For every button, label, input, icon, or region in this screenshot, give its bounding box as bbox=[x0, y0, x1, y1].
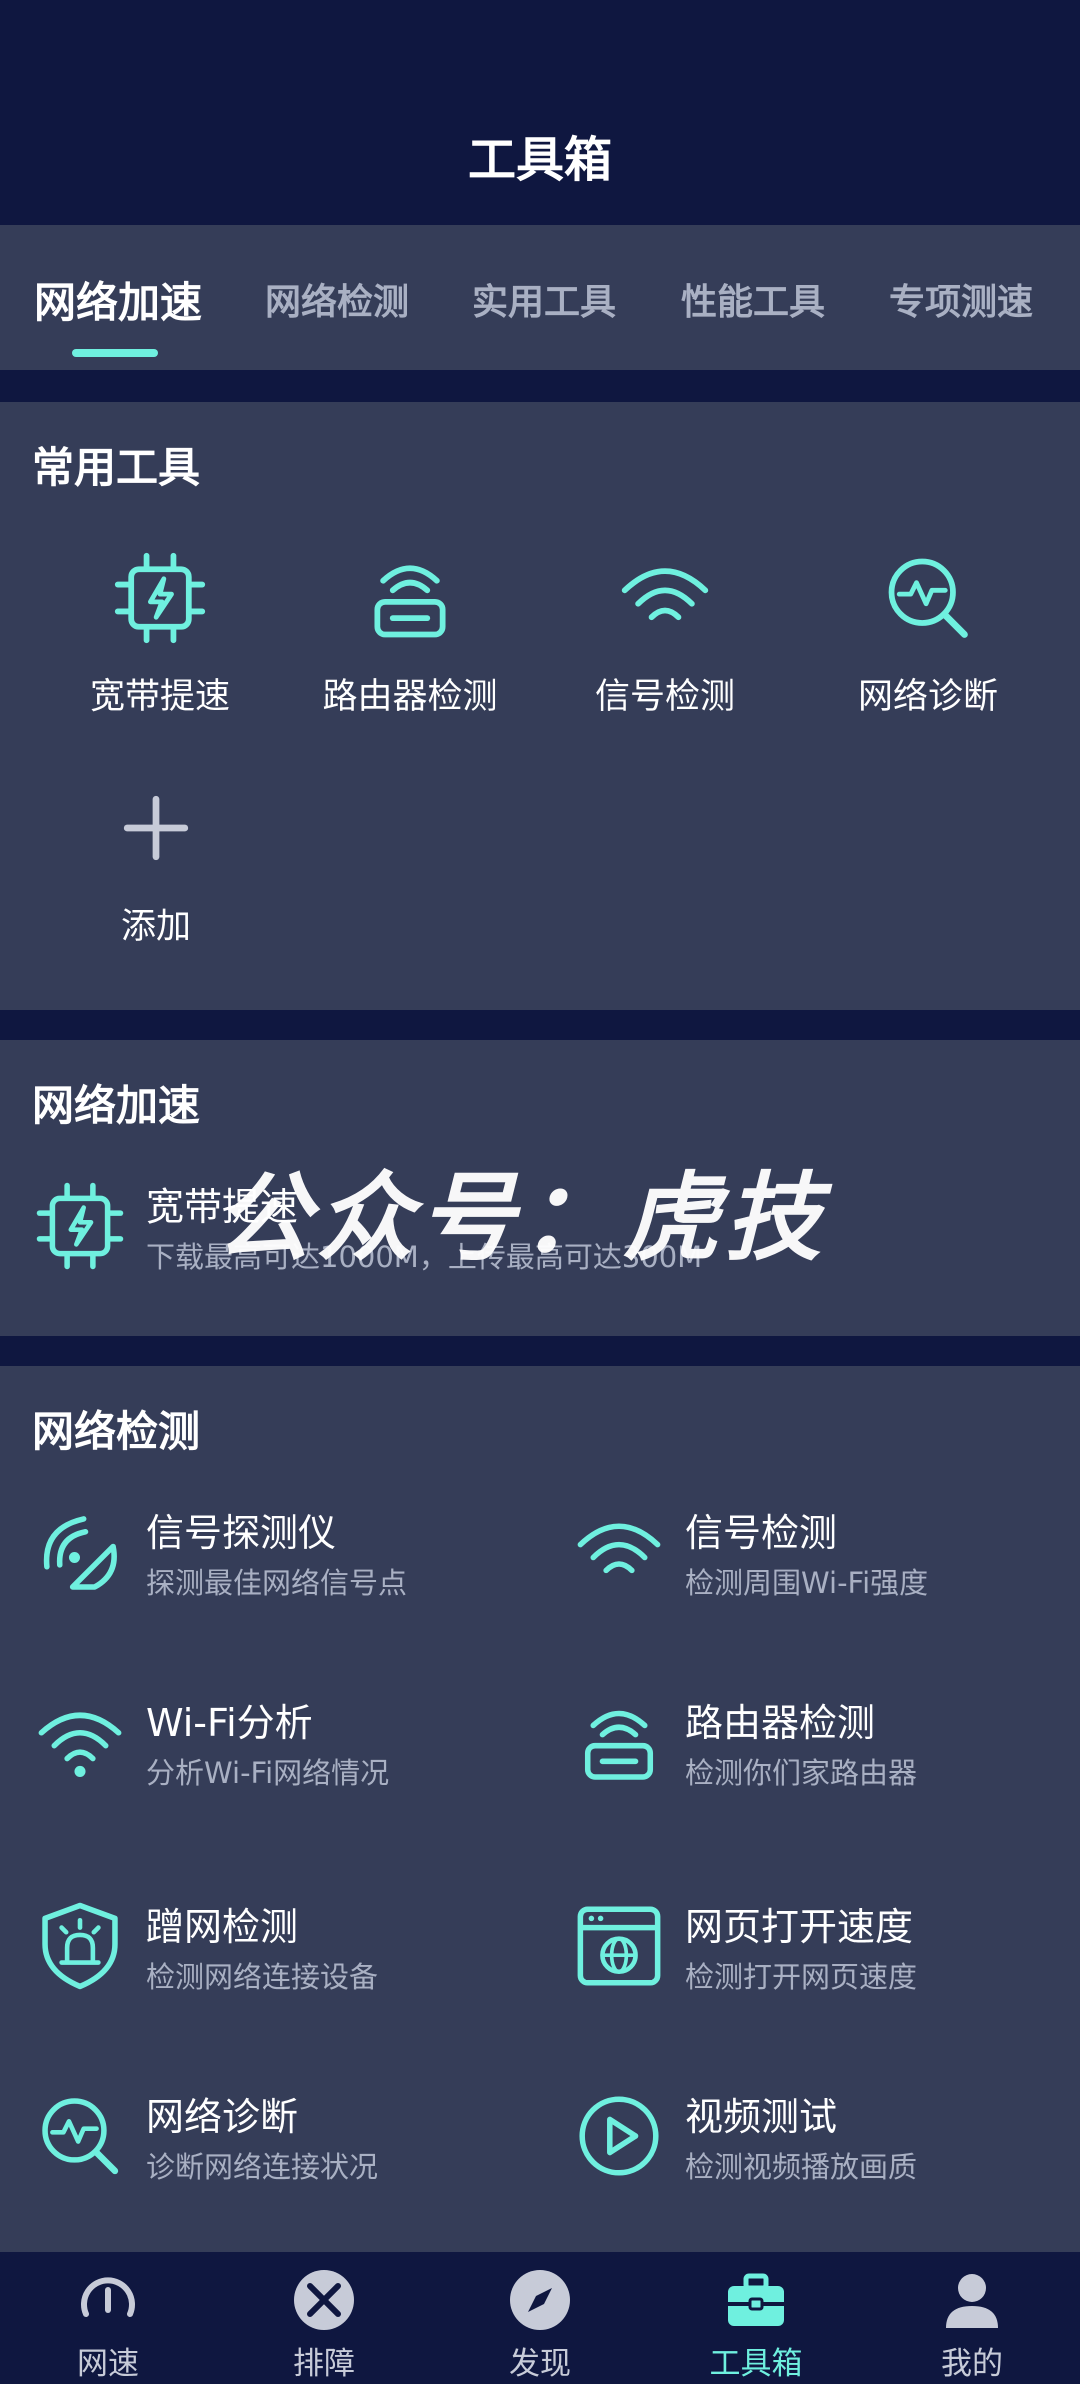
list-item-subtitle: 检测网络连接设备 bbox=[146, 1960, 379, 1994]
toolbox-icon bbox=[728, 2273, 784, 2326]
shield-alarm-icon bbox=[42, 1902, 118, 1990]
tools-icon bbox=[294, 2270, 354, 2330]
common-tools-title: 常用工具 bbox=[32, 443, 201, 492]
common-tool-label: 宽带提速 bbox=[89, 677, 230, 717]
common-tool-label: 路由器检测 bbox=[322, 677, 498, 717]
common-tool-broadband-boost[interactable]: 宽带提速 bbox=[40, 550, 280, 719]
router-icon bbox=[374, 565, 446, 638]
common-tool-signal-check[interactable]: 信号检测 bbox=[545, 550, 785, 719]
tab-special-speed-test[interactable]: 专项测速 bbox=[889, 273, 1033, 325]
list-item-subtitle: 分析Wi-Fi网络情况 bbox=[146, 1756, 390, 1790]
magnifier-pulse-icon bbox=[888, 558, 968, 638]
list-item-title: 路由器检测 bbox=[685, 1701, 876, 1745]
browser-globe-icon bbox=[577, 1906, 661, 1986]
freeloader-check-item[interactable]: 蹭网检测 检测网络连接设备 bbox=[34, 1896, 534, 2006]
list-item-subtitle: 诊断网络连接状况 bbox=[146, 2150, 379, 2184]
nav-label: 我的 bbox=[941, 2346, 1003, 2382]
wifi-analysis-item[interactable]: Wi-Fi分析 分析Wi-Fi网络情况 bbox=[34, 1692, 534, 1802]
common-tools-card: 常用工具 宽带提速 路由器检测 信号检测 网络诊断 添加 bbox=[0, 402, 1080, 1010]
add-tool-button[interactable]: 添加 bbox=[36, 780, 276, 949]
network-detection-card: 网络检测 信号探测仪 探测最佳网络信号点 信号检测 检测周围Wi-Fi强度 Wi… bbox=[0, 1366, 1080, 2252]
signal-radar-icon bbox=[43, 1516, 117, 1590]
magnifier-pulse-icon bbox=[42, 2098, 119, 2175]
compass-icon bbox=[510, 2270, 570, 2330]
list-item-subtitle: 检测打开网页速度 bbox=[685, 1960, 918, 1994]
list-item-title: 视频测试 bbox=[685, 2095, 838, 2139]
list-item-title: Wi-Fi分析 bbox=[146, 1701, 313, 1745]
active-tab-indicator bbox=[72, 349, 158, 357]
nav-label: 排障 bbox=[293, 2346, 355, 2382]
webpage-speed-item[interactable]: 网页打开速度 检测打开网页速度 bbox=[573, 1896, 1073, 2006]
common-tool-network-diagnosis[interactable]: 网络诊断 bbox=[808, 550, 1048, 719]
router-check-item[interactable]: 路由器检测 检测你们家路由器 bbox=[573, 1692, 1073, 1802]
speedometer-icon bbox=[81, 2277, 135, 2317]
nav-label: 发现 bbox=[509, 2346, 571, 2382]
nav-item-troubleshoot[interactable]: 排障 bbox=[216, 2252, 432, 2384]
plus-icon bbox=[123, 795, 189, 861]
router-icon bbox=[584, 1710, 654, 1780]
common-tool-label: 网络诊断 bbox=[857, 677, 998, 717]
tab-network-detection[interactable]: 网络检测 bbox=[265, 273, 409, 325]
nav-item-speed[interactable]: 网速 bbox=[0, 2252, 216, 2384]
signal-radar-item[interactable]: 信号探测仪 探测最佳网络信号点 bbox=[34, 1502, 534, 1612]
signal-check-item[interactable]: 信号检测 检测周围Wi-Fi强度 bbox=[573, 1502, 1073, 1612]
page-title: 工具箱 bbox=[467, 132, 612, 188]
list-item-subtitle: 检测视频播放画质 bbox=[685, 2150, 918, 2184]
list-item-subtitle: 检测周围Wi-Fi强度 bbox=[685, 1566, 929, 1600]
tab-performance-tools[interactable]: 性能工具 bbox=[681, 273, 825, 325]
list-item-title: 网页打开速度 bbox=[685, 1905, 914, 1949]
wifi-analysis-icon bbox=[38, 1712, 122, 1777]
common-tool-router-check[interactable]: 路由器检测 bbox=[290, 550, 530, 719]
list-item-title: 网络诊断 bbox=[146, 2095, 299, 2139]
list-item-title: 信号检测 bbox=[685, 1511, 838, 1555]
category-tabs: 网络加速 网络检测 实用工具 性能工具 专项测速 bbox=[0, 225, 1080, 370]
add-tool-label: 添加 bbox=[120, 907, 191, 947]
play-circle-icon bbox=[579, 2096, 659, 2176]
common-tool-label: 信号检测 bbox=[594, 677, 735, 717]
network-diagnosis-item[interactable]: 网络诊断 诊断网络连接状况 bbox=[34, 2086, 534, 2196]
list-item-title: 信号探测仪 bbox=[146, 1511, 337, 1555]
watermark-text: 公众号：虎技 bbox=[215, 1162, 827, 1274]
bottom-navigation: 网速 排障 发现 工具箱 我的 bbox=[0, 2252, 1080, 2384]
nav-label: 工具箱 bbox=[709, 2346, 803, 2382]
app-header: 工具箱 bbox=[0, 0, 1080, 225]
network-detection-title: 网络检测 bbox=[32, 1407, 201, 1456]
list-item-subtitle: 探测最佳网络信号点 bbox=[146, 1566, 408, 1600]
tab-network-acceleration[interactable]: 网络加速 bbox=[34, 269, 202, 330]
chip-bolt-icon bbox=[36, 1182, 124, 1270]
tab-utility-tools[interactable]: 实用工具 bbox=[472, 273, 616, 325]
nav-item-toolbox[interactable]: 工具箱 bbox=[648, 2252, 864, 2384]
video-test-item[interactable]: 视频测试 检测视频播放画质 bbox=[573, 2086, 1073, 2196]
wifi-icon bbox=[577, 1523, 661, 1574]
list-item-subtitle: 检测你们家路由器 bbox=[685, 1756, 918, 1790]
chip-bolt-icon bbox=[114, 552, 206, 644]
network-acceleration-title: 网络加速 bbox=[32, 1081, 201, 1130]
user-icon bbox=[946, 2274, 998, 2328]
nav-item-discover[interactable]: 发现 bbox=[432, 2252, 648, 2384]
nav-item-profile[interactable]: 我的 bbox=[864, 2252, 1080, 2384]
nav-label: 网速 bbox=[77, 2346, 139, 2382]
wifi-icon bbox=[621, 568, 709, 621]
list-item-title: 蹭网检测 bbox=[146, 1905, 299, 1949]
